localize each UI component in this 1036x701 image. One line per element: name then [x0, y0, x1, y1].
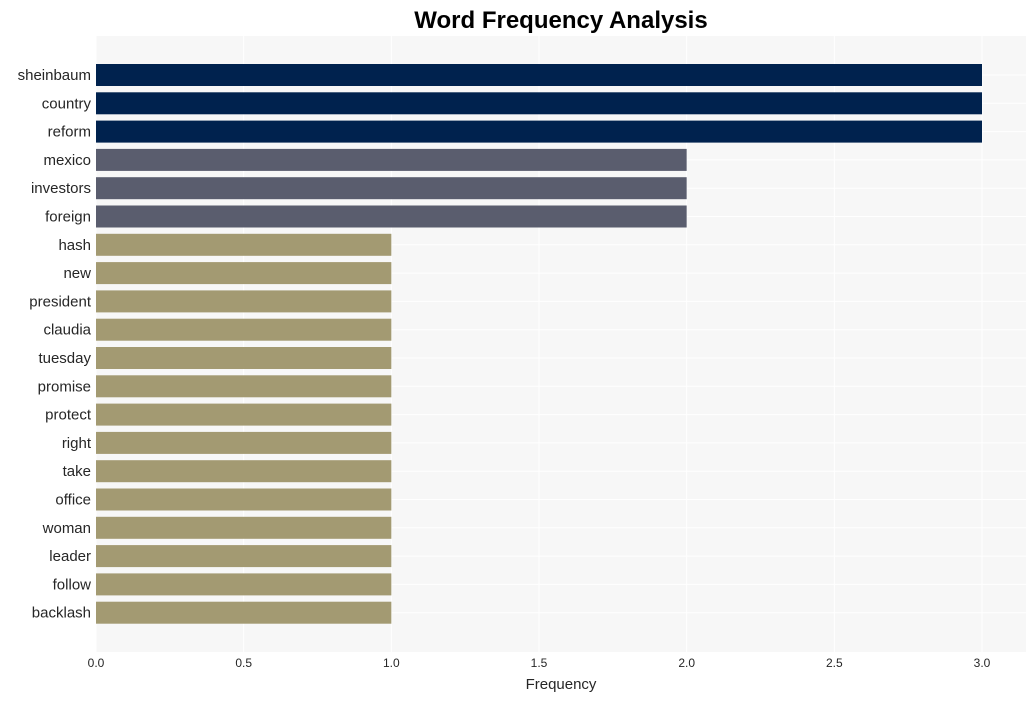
y-tick-label: president: [29, 293, 92, 310]
y-tick-label: take: [63, 463, 91, 480]
bar-woman: [96, 516, 392, 539]
y-tick-label: backlash: [32, 605, 91, 622]
y-tick-label: office: [55, 492, 91, 509]
y-tick-labels: sheinbaum country reform mexico investors for…: [18, 67, 92, 622]
bar-right: [96, 431, 392, 454]
bar-follow: [96, 573, 392, 596]
y-tick-label: woman: [42, 520, 91, 537]
y-tick-label: tuesday: [38, 350, 91, 367]
word-frequency-chart: sheinbaum country reform mexico investors for…: [18, 7, 1026, 693]
bar-take: [96, 460, 392, 483]
y-tick-label: right: [62, 435, 92, 452]
x-tick-label: 0.5: [235, 656, 252, 670]
y-tick-label: protect: [45, 407, 92, 424]
x-tick-label: 2.5: [826, 656, 843, 670]
y-tick-label: hash: [58, 237, 91, 254]
bar-sheinbaum: [96, 64, 982, 86]
bar-president: [96, 290, 392, 313]
bar-claudia: [96, 318, 392, 341]
x-tick-label: 2.0: [678, 656, 695, 670]
y-tick-label: investors: [31, 180, 91, 197]
x-tick-label: 1.5: [531, 656, 548, 670]
x-tick-label: 3.0: [974, 656, 991, 670]
bar-investors: [96, 177, 687, 200]
y-tick-label: foreign: [45, 209, 91, 226]
bar-tuesday: [96, 347, 392, 369]
y-tick-label: sheinbaum: [18, 67, 91, 84]
y-tick-label: reform: [48, 124, 91, 141]
y-tick-label: country: [42, 95, 92, 112]
x-tick-label: 1.0: [383, 656, 400, 670]
bar-reform: [96, 120, 982, 143]
chart-title: Word Frequency Analysis: [414, 7, 707, 34]
bar-mexico: [96, 148, 687, 171]
bar-promise: [96, 375, 392, 398]
x-tick-label: 0.0: [88, 656, 105, 670]
bar-protect: [96, 403, 392, 426]
x-axis-label: Frequency: [526, 676, 597, 693]
bar-foreign: [96, 205, 687, 228]
bar-country: [96, 92, 982, 115]
y-tick-label: mexico: [43, 152, 91, 169]
bar-office: [96, 488, 392, 511]
x-tick-labels: 0.0 0.5 1.0 1.5 2.0 2.5 3.0: [88, 656, 991, 670]
bar-new: [96, 262, 392, 285]
y-tick-label: leader: [49, 548, 91, 565]
bar-hash: [96, 233, 392, 256]
bar-backlash: [96, 601, 392, 624]
bar-leader: [96, 545, 392, 568]
y-tick-label: promise: [38, 378, 91, 395]
y-tick-label: new: [63, 265, 91, 282]
y-tick-label: follow: [53, 576, 92, 593]
y-tick-label: claudia: [43, 322, 91, 339]
